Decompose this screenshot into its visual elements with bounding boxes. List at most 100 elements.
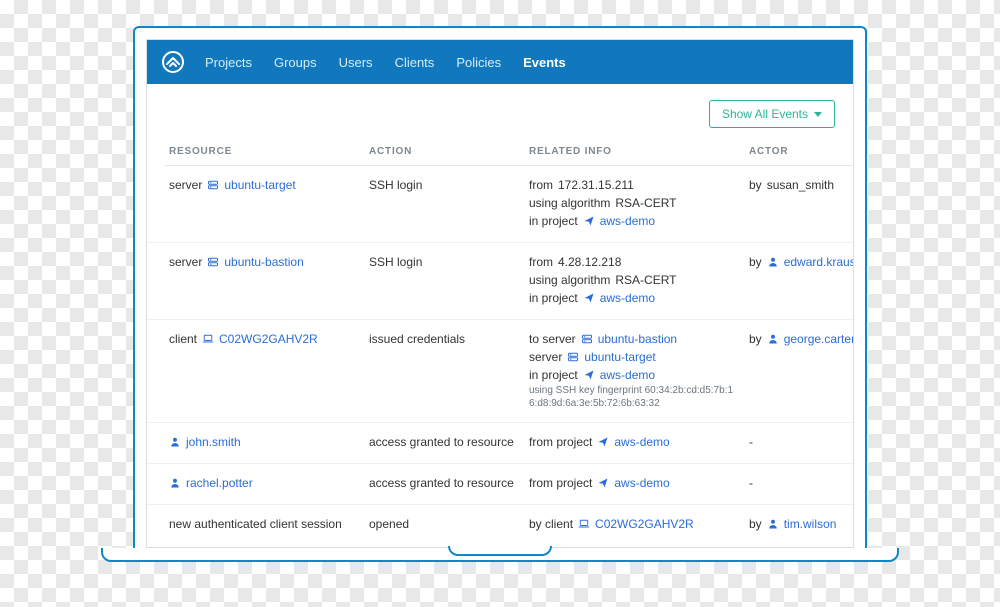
actor-value[interactable]: tim.wilson — [784, 515, 837, 533]
client-link[interactable]: C02WG2GAHV2R — [595, 515, 694, 533]
algo-text: RSA-CERT — [615, 271, 676, 289]
server-icon — [207, 256, 219, 268]
label-by: by — [749, 330, 762, 348]
laptop-icon — [578, 518, 590, 530]
resource-link[interactable]: ubuntu-target — [224, 176, 295, 194]
nav-item-groups[interactable]: Groups — [274, 55, 317, 70]
events-table: RESOURCE ACTION RELATED INFO ACTOR serve… — [147, 136, 853, 545]
nav-items: Projects Groups Users Clients Policies Events — [205, 55, 566, 70]
user-icon — [767, 256, 779, 268]
table-body: serverubuntu-targetSSH loginfrom172.31.1… — [147, 166, 853, 545]
cell-action: SSH login — [365, 166, 525, 242]
table-row: john.smith access granted to resource from… — [147, 423, 853, 464]
server-link[interactable]: ubuntu-target — [584, 348, 655, 366]
resource-link[interactable]: C02WG2GAHV2R — [219, 330, 318, 348]
cell-actor: by george.carter — [745, 320, 854, 422]
server-icon — [207, 179, 219, 191]
action-text: SSH login — [369, 178, 422, 192]
cell-resource: client C02WG2GAHV2R — [165, 320, 365, 422]
actor-value: - — [749, 474, 753, 492]
cell-actor: bysusan_smith — [745, 166, 854, 242]
cell-resource: rachel.potter — [165, 464, 365, 504]
cell-action: issued credentials — [365, 320, 525, 422]
label-algo: using algorithm — [529, 271, 610, 289]
label-by: by — [749, 515, 762, 533]
actor-value[interactable]: george.carter — [784, 330, 854, 348]
col-actor: ACTOR — [745, 136, 854, 166]
algo-text: RSA-CERT — [615, 194, 676, 212]
label-server: server — [529, 348, 562, 366]
label-from: from — [529, 176, 553, 194]
cell-actor: - — [745, 423, 854, 463]
col-action: ACTION — [365, 136, 525, 166]
actor-value: - — [749, 433, 753, 451]
cell-actor: by edward.krause — [745, 243, 854, 319]
cell-actor: - — [745, 464, 854, 504]
cell-resource: serverubuntu-target — [165, 166, 365, 242]
label-project: from project — [529, 433, 592, 451]
nav-item-policies[interactable]: Policies — [456, 55, 501, 70]
laptop-frame: Projects Groups Users Clients Policies Events… — [133, 26, 867, 550]
resource-link[interactable]: ubuntu-bastion — [224, 253, 303, 271]
cell-action: access granted to resource — [365, 423, 525, 463]
server-icon — [567, 351, 579, 363]
chevron-down-icon — [814, 112, 822, 117]
label-server: to server — [529, 330, 576, 348]
project-link[interactable]: aws-demo — [600, 289, 655, 307]
resource-link[interactable]: rachel.potter — [186, 474, 253, 492]
server-link[interactable]: ubuntu-bastion — [598, 330, 677, 348]
resource-link[interactable]: john.smith — [186, 433, 241, 451]
resource-type-label: server — [169, 253, 202, 271]
project-link[interactable]: aws-demo — [614, 474, 669, 492]
cell-resource: server ubuntu-bastion — [165, 243, 365, 319]
table-row: serverubuntu-bastionSSH loginfrom4.28.12… — [147, 243, 853, 320]
user-icon — [767, 333, 779, 345]
cell-related: from4.28.12.218using algorithmRSA-CERTin… — [525, 243, 745, 319]
cell-actor: by tim.wilson — [745, 505, 854, 545]
user-icon — [169, 477, 181, 489]
project-link[interactable]: aws-demo — [600, 366, 655, 384]
laptop-notch — [448, 546, 552, 556]
table-row: rachel.potteraccess granted to resourcef… — [147, 464, 853, 505]
label-from: from — [529, 253, 553, 271]
table-row: client C02WG2GAHV2R issued credentialsto s… — [147, 320, 853, 423]
toolbar: Show All Events — [147, 84, 853, 136]
resource-type-label: client — [169, 330, 197, 348]
cell-resource: john.smith — [165, 423, 365, 463]
project-icon — [583, 215, 595, 227]
label-project: in project — [529, 212, 578, 230]
action-text: access granted to resource — [369, 476, 514, 490]
project-icon — [597, 477, 609, 489]
ip-text: 172.31.15.211 — [558, 176, 634, 194]
action-text: access granted to resource — [369, 435, 514, 449]
table-header: RESOURCE ACTION RELATED INFO ACTOR — [147, 136, 853, 166]
project-icon — [583, 292, 595, 304]
table-row: serverubuntu-target SSH login from 172.31.1… — [147, 166, 853, 243]
actor-value: susan_smith — [767, 176, 834, 194]
col-resource: RESOURCE — [165, 136, 365, 166]
app-window: Projects Groups Users Clients Policies Events… — [146, 39, 854, 548]
cell-related: from 172.31.15.211using algorithm RSA-CERT… — [525, 166, 745, 242]
user-icon — [767, 518, 779, 530]
project-icon — [597, 436, 609, 448]
cell-action: SSH login — [365, 243, 525, 319]
cell-action: access granted to resource — [365, 464, 525, 504]
laptop-base — [101, 548, 899, 562]
table-row: new authenticated client session opened by… — [147, 505, 853, 545]
show-all-events-button[interactable]: Show All Events — [709, 100, 835, 128]
server-icon — [581, 333, 593, 345]
user-icon — [169, 436, 181, 448]
resource-text: new authenticated client session — [169, 515, 342, 533]
nav-item-users[interactable]: Users — [339, 55, 373, 70]
nav-item-events[interactable]: Events — [523, 55, 566, 70]
label-algo: using algorithm — [529, 194, 610, 212]
label-by: by — [749, 253, 762, 271]
project-link[interactable]: aws-demo — [614, 433, 669, 451]
nav-item-clients[interactable]: Clients — [395, 55, 435, 70]
actor-value[interactable]: edward.krause — [784, 253, 854, 271]
nav-item-projects[interactable]: Projects — [205, 55, 252, 70]
cell-resource: new authenticated client session — [165, 505, 365, 545]
project-link[interactable]: aws-demo — [600, 212, 655, 230]
navbar: Projects Groups Users Clients Policies Events — [147, 40, 853, 84]
action-text: opened — [369, 517, 409, 531]
